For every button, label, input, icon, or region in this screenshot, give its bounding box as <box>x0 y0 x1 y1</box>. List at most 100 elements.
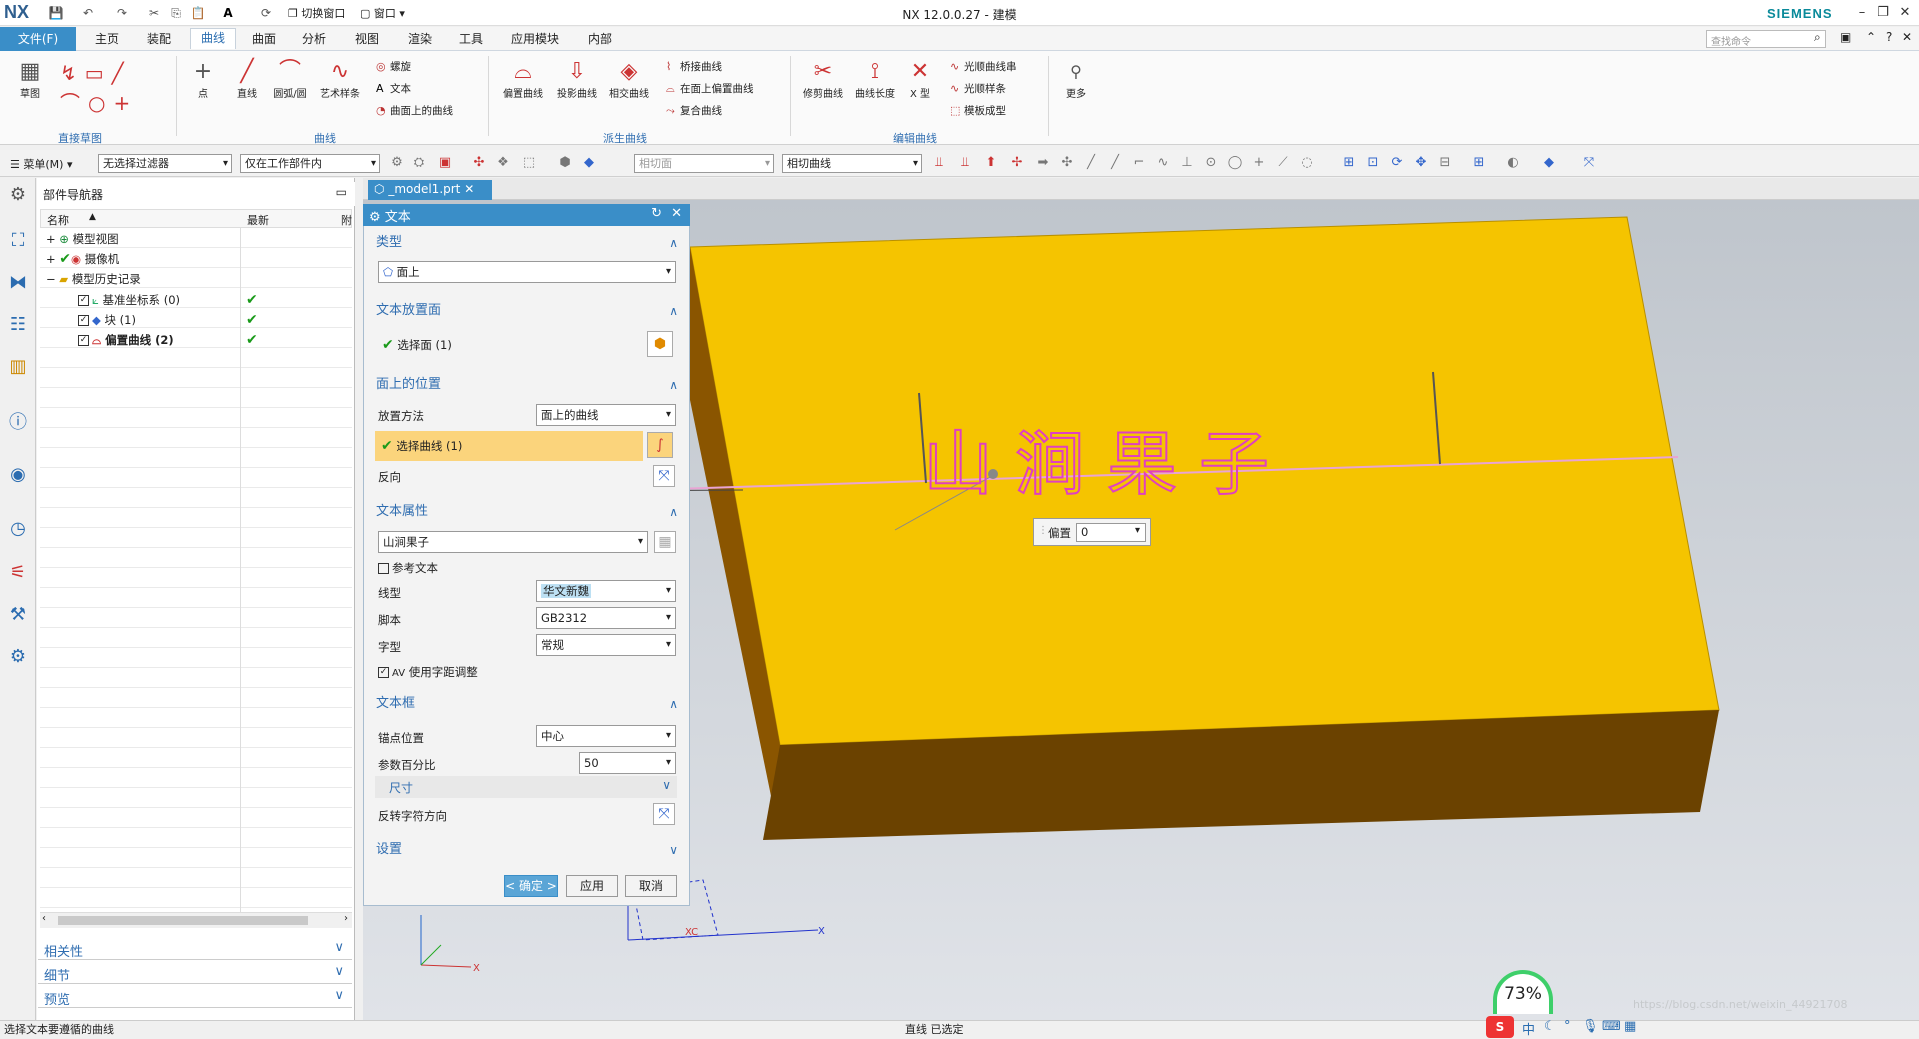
snap-midpoint-icon[interactable]: ⫫ <box>956 155 974 170</box>
ime-logo-icon[interactable]: S <box>1486 1016 1514 1038</box>
column-name[interactable]: 名称 <box>47 212 69 228</box>
section-text-box[interactable]: 文本框 <box>370 692 684 716</box>
reset-icon[interactable]: ↻ <box>651 206 662 221</box>
art-spline-button[interactable]: ∿ 艺术样条 <box>316 58 364 101</box>
text-options-button[interactable]: ▦ <box>654 531 676 553</box>
wcs-icon[interactable]: ⤧ <box>1580 155 1598 170</box>
tree-item-offset-curve[interactable]: ✓ ⌓ 偏置曲线 (2) <box>78 330 174 350</box>
scroll-left-icon[interactable]: ‹ <box>42 913 46 924</box>
placement-method-dropdown[interactable]: 面上的曲线 <box>536 404 676 426</box>
cancel-button[interactable]: 取消 <box>625 875 677 897</box>
offset-on-face-button[interactable]: ⌓ 在面上偏置曲线 <box>666 80 754 98</box>
feature-select-icon[interactable]: ❖ <box>494 155 512 170</box>
web-browser-icon[interactable]: ◉ <box>5 462 31 488</box>
restore-panel-icon[interactable]: ▣ <box>1840 30 1851 44</box>
pan-icon[interactable]: ✥ <box>1412 155 1430 170</box>
zoom-icon[interactable]: ⊡ <box>1364 155 1382 170</box>
snap-pole-icon[interactable]: ⟋ <box>1274 155 1292 170</box>
smooth-spline-button[interactable]: ∿ 光顺样条 <box>950 80 1006 98</box>
dialog-close-icon[interactable]: ✕ <box>671 206 682 221</box>
tab-internal[interactable]: 内部 <box>578 30 622 51</box>
x-form-button[interactable]: ✕ X 型 <box>902 58 938 101</box>
search-icon[interactable]: ⌕ <box>1814 30 1821 45</box>
rotate-icon[interactable]: ⟳ <box>1388 155 1406 170</box>
tangent-face-dropdown[interactable]: 相切面 <box>634 154 774 173</box>
snap-circle-icon[interactable]: ⊙ <box>1202 155 1220 170</box>
script-dropdown[interactable]: GB2312 <box>536 607 676 629</box>
maximize-panel-icon[interactable]: ▭ <box>336 185 347 199</box>
settings-icon[interactable]: ⚙ <box>5 182 31 208</box>
ime-moon-icon[interactable]: ☾ <box>1544 1019 1556 1034</box>
sketch-button[interactable]: ▦ 草图 <box>8 58 52 101</box>
process-studio-icon[interactable]: ⚟ <box>5 560 31 586</box>
param-percent-input[interactable]: 50 <box>579 752 676 774</box>
template-shape-button[interactable]: ⬚ 模板成型 <box>950 102 1006 120</box>
type-filter-dropdown[interactable]: 无选择过滤器 <box>98 154 232 173</box>
tree-item-model-views[interactable]: + ⊕ 模型视图 <box>46 229 119 249</box>
file-menu-button[interactable]: 文件(F) <box>0 27 76 51</box>
tree-item-model-history[interactable]: − ▰ 模型历史记录 <box>46 269 141 289</box>
smooth-string-button[interactable]: ∿ 光顺曲线串 <box>950 58 1017 76</box>
constraint-navigator-icon[interactable]: ⧓ <box>5 270 31 296</box>
section-text-properties[interactable]: 文本属性 <box>370 500 684 524</box>
helix-button[interactable]: ◎ 螺旋 <box>376 58 411 76</box>
role-icon[interactable]: ⚙ <box>5 644 31 670</box>
bridge-curve-button[interactable]: ⌇ 桥接曲线 <box>666 58 722 76</box>
section-position[interactable]: 面上的位置 <box>370 373 684 397</box>
text-button[interactable]: A 文本 <box>376 80 411 98</box>
curve-length-button[interactable]: ⟟ 曲线长度 <box>850 58 900 101</box>
tangent-curve-dropdown[interactable]: 相切曲线 <box>782 154 922 173</box>
visibility-checkbox[interactable]: ✓ <box>78 295 89 306</box>
snap-perpendicular-icon[interactable]: ⊥ <box>1178 155 1196 170</box>
select-all-icon[interactable]: ▣ <box>436 155 454 170</box>
layer-icon[interactable]: ⊟ <box>1436 155 1454 170</box>
tab-assembly[interactable]: 装配 <box>137 30 181 51</box>
anchor-dropdown[interactable]: 中心 <box>536 725 676 747</box>
apply-button[interactable]: 应用 <box>566 875 618 897</box>
curve-on-surface-button[interactable]: ◔ 曲面上的曲线 <box>376 102 453 120</box>
ime-punct-icon[interactable]: ° <box>1564 1019 1571 1034</box>
kerning-row[interactable]: ✓ AV 使用字距调整 <box>378 664 478 680</box>
ribbon-close-icon[interactable]: ✕ <box>1902 30 1912 44</box>
dialog-gear-icon[interactable]: ⚙ <box>369 210 381 225</box>
snap-control-icon[interactable]: ⬆ <box>982 155 1000 170</box>
accordion-dependencies[interactable]: 相关性 <box>38 938 352 960</box>
select-face-icon[interactable]: ⬚ <box>520 155 538 170</box>
snap-center-icon[interactable]: ➡ <box>1034 155 1052 170</box>
manufacturing-icon[interactable]: ⚒ <box>5 602 31 628</box>
minimize-button[interactable]: – <box>1852 4 1872 22</box>
collapse-ribbon-icon[interactable]: ⌃ <box>1866 30 1876 44</box>
more-button[interactable]: ⚲ 更多 <box>1056 58 1096 101</box>
reference-text-checkbox[interactable] <box>378 563 389 574</box>
menu-button[interactable]: ☰ 菜单(M) ▾ <box>10 156 72 172</box>
deselect-icon[interactable]: ✣ <box>470 155 488 170</box>
tab-home[interactable]: 主页 <box>85 30 129 51</box>
snap-existing-icon[interactable]: ◯ <box>1226 155 1244 170</box>
general-select-icon[interactable]: ⚙ <box>388 155 406 170</box>
orient-view-icon[interactable]: ⊞ <box>1470 155 1488 170</box>
part-navigator-icon[interactable]: ☷ <box>5 312 31 338</box>
hd3d-icon[interactable]: ⓘ <box>5 410 31 436</box>
reuse-library-icon[interactable]: ▥ <box>5 354 31 380</box>
reference-text-row[interactable]: 参考文本 <box>378 560 438 576</box>
render-style-icon[interactable]: ◐ <box>1504 155 1522 170</box>
assembly-navigator-icon[interactable]: ⛶ <box>5 228 31 254</box>
tree-item-camera[interactable]: + ✔◉ 摄像机 <box>46 249 119 269</box>
tab-application[interactable]: 应用模块 <box>501 30 569 51</box>
scrollbar-thumb[interactable] <box>58 916 308 925</box>
text-input[interactable]: 山涧果子 <box>378 531 648 553</box>
sketch-tools-grid[interactable]: ↯▭╱ ⌒○+ <box>60 58 160 120</box>
selection-scope-dropdown[interactable]: 仅在工作部件内 <box>240 154 380 173</box>
section-type[interactable]: 类型 <box>370 231 684 255</box>
tree-item-block[interactable]: ✓ ◆ 块 (1) <box>78 310 136 330</box>
part-tab[interactable]: ⬡ _model1.prt ✕ <box>368 180 492 200</box>
drag-handle-icon[interactable]: ⋮ <box>1038 525 1048 536</box>
scroll-right-icon[interactable]: › <box>344 913 348 924</box>
close-window-button[interactable]: ✕ <box>1895 4 1915 22</box>
point-button[interactable]: + 点 <box>186 58 220 101</box>
tree-item-datum-csys[interactable]: ✓ ⟀ 基准坐标系 (0) <box>78 290 180 310</box>
tab-surface[interactable]: 曲面 <box>242 30 286 51</box>
flip-char-button[interactable]: ⤧ <box>653 803 675 825</box>
select-curve-button[interactable]: ∫ <box>647 432 673 458</box>
font-dropdown[interactable]: 华文新魏 <box>536 580 676 602</box>
